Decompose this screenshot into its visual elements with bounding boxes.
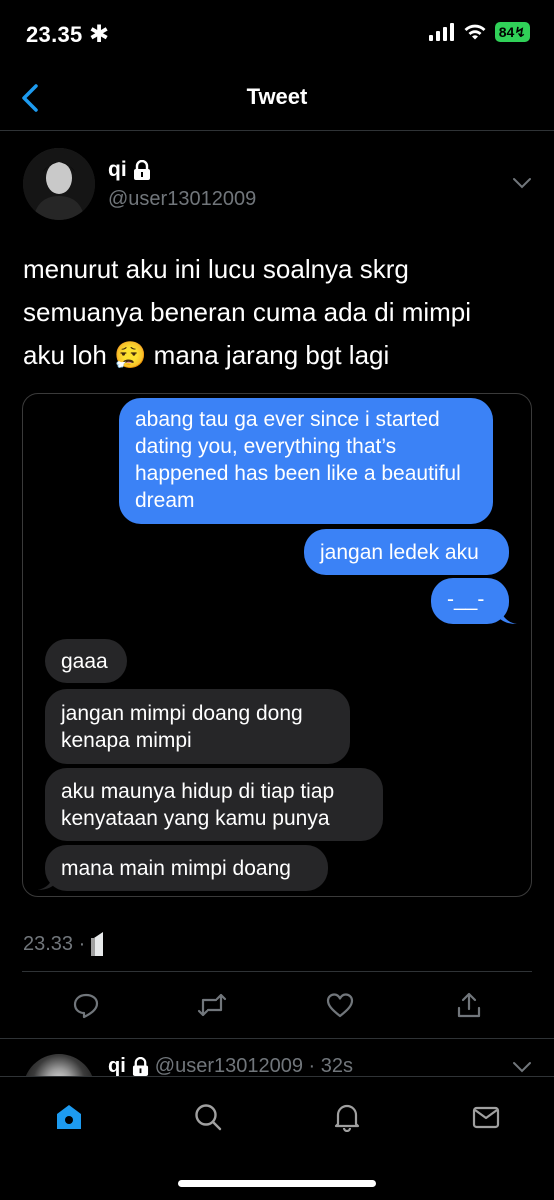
tweet-timestamp: 23.33 · <box>23 930 109 958</box>
timestamp-text: 23.33 · <box>23 932 86 955</box>
heart-icon <box>326 993 354 1018</box>
header-divider <box>0 130 554 131</box>
more-options-button[interactable] <box>512 176 532 195</box>
avatar-photo <box>23 148 95 220</box>
author-handle[interactable]: @user13012009 <box>108 188 256 211</box>
bell-icon <box>334 1104 360 1132</box>
asterisk-icon: ✱ <box>88 21 110 48</box>
tweet-actions <box>0 985 554 1025</box>
tab-search[interactable] <box>186 1095 230 1139</box>
actions-divider <box>0 1038 554 1039</box>
tweet-text-line: semuanya beneran cuma ada di mimpi <box>23 297 472 327</box>
retweet-icon <box>197 993 227 1017</box>
bubble-tail <box>37 872 55 890</box>
status-time-text: 23.35 <box>26 22 83 47</box>
chat-line: mana main mimpi doang <box>61 857 291 880</box>
lock-icon <box>132 1057 148 1076</box>
tab-messages[interactable] <box>464 1095 508 1139</box>
chat-line: aku maunya hidup di tiap tiap <box>61 780 335 803</box>
mail-icon <box>472 1106 500 1129</box>
meta-divider <box>22 971 532 972</box>
chat-line: dating you, everything that’s <box>135 435 397 458</box>
chat-line: kenyataan yang kamu punya <box>61 807 330 830</box>
reply-display-name: qi <box>108 1055 126 1077</box>
chat-bubble-outgoing: abang tau ga ever since i started dating… <box>119 398 493 524</box>
home-indicator[interactable] <box>178 1180 376 1187</box>
reply-meta: @user13012009 · 32s <box>154 1055 353 1077</box>
chevron-down-icon <box>513 178 531 189</box>
chat-line: gaaa <box>61 650 108 673</box>
home-icon <box>57 1105 81 1129</box>
chat-bubble-incoming: mana main mimpi doang <box>45 845 328 891</box>
source-icon <box>91 932 104 956</box>
share-icon <box>457 992 481 1018</box>
share-button[interactable] <box>449 985 489 1025</box>
chat-line: dream <box>135 489 195 512</box>
lock-icon <box>133 160 150 180</box>
chevron-down-icon <box>513 1062 531 1073</box>
chat-line: abang tau ga ever since i started <box>135 408 440 431</box>
chat-line: happened has been like a beautiful <box>135 462 461 485</box>
author-name[interactable]: qi <box>108 158 151 182</box>
author-display-name: qi <box>108 158 127 181</box>
tweet-text-line: aku loh 😮‍💨 mana jarang bgt lagi <box>23 340 390 370</box>
chat-bubble-incoming: gaaa <box>45 639 127 683</box>
tweet-media-image[interactable]: abang tau ga ever since i started dating… <box>22 393 532 897</box>
chat-line: jangan ledek aku <box>320 541 479 564</box>
search-icon <box>195 1104 222 1131</box>
wifi-icon <box>464 24 486 40</box>
page-title: Tweet <box>246 84 308 109</box>
avatar[interactable] <box>23 148 95 220</box>
tab-home[interactable] <box>47 1095 91 1139</box>
battery-level: 84 <box>498 24 515 40</box>
chat-bubble-outgoing: -__- <box>431 578 509 624</box>
battery-indicator: 84↯ <box>494 22 530 42</box>
reply-author[interactable]: qi @user13012009 · 32s <box>108 1055 353 1078</box>
charging-icon: ↯ <box>514 24 526 40</box>
tab-notifications[interactable] <box>325 1095 369 1139</box>
chat-line: jangan mimpi doang dong <box>61 702 303 725</box>
chat-bubble-incoming: jangan mimpi doang dong kenapa mimpi <box>45 689 350 764</box>
reply-button[interactable] <box>66 985 106 1025</box>
chat-line: kenapa mimpi <box>61 729 192 752</box>
bubble-tail <box>499 606 517 624</box>
status-bar-time: 23.35 ✱ <box>26 20 109 49</box>
retweet-button[interactable] <box>192 985 232 1025</box>
reply-icon <box>73 993 99 1019</box>
tweet-text-line: menurut aku ini lucu soalnya skrg <box>23 254 409 284</box>
chat-bubble-incoming: aku maunya hidup di tiap tiap kenyataan … <box>45 768 383 841</box>
status-bar-icons: 84↯ <box>428 22 530 42</box>
signal-icon <box>428 23 454 41</box>
chat-bubble-outgoing: jangan ledek aku <box>304 529 509 575</box>
like-button[interactable] <box>320 985 360 1025</box>
tweet-text: menurut aku ini lucu soalnya skrg semuan… <box>23 248 543 377</box>
